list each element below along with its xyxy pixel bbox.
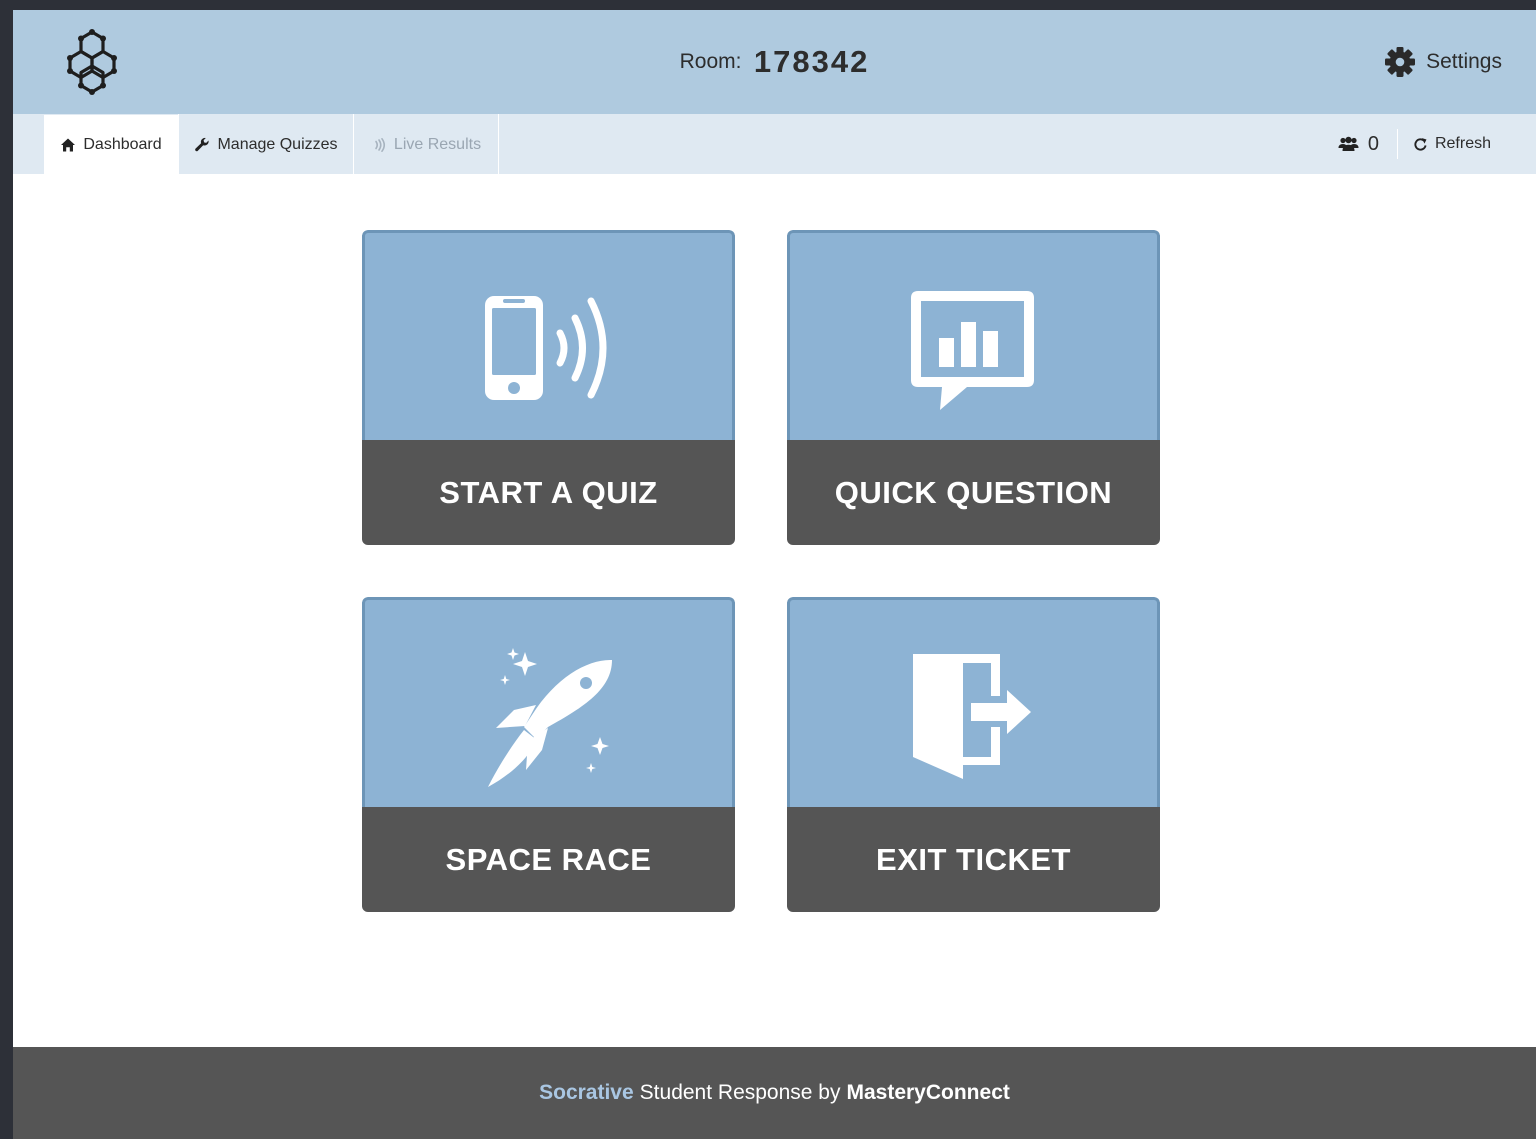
tile-label: SPACE RACE [445,841,652,877]
start-quiz-tile[interactable]: START A QUIZ [362,230,735,545]
settings-label: Settings [1426,50,1502,73]
settings-button[interactable]: Settings [1384,46,1502,78]
student-count: 0 [1338,114,1397,174]
gear-icon [1385,47,1416,77]
room-code: 178342 [753,44,870,79]
tab-label: Dashboard [83,135,162,153]
footer-text: Student Response by [639,1081,841,1104]
tab-label: Manage Quizzes [217,135,338,153]
tile-label-area: SPACE RACE [362,807,735,912]
refresh-button[interactable]: Refresh [1398,114,1536,174]
nav-bar: Dashboard Manage Quizzes Live Results 0 … [13,114,1536,174]
chart-speech-bubble-icon [911,291,1034,410]
tab-label: Live Results [393,135,482,153]
rocket-icon [488,648,612,787]
student-count-value: 0 [1367,132,1379,155]
app-window: Room: 178342 Settings Dashboard Manage Q… [13,10,1536,1139]
top-header: Room: 178342 Settings [13,10,1536,114]
refresh-label: Refresh [1434,135,1491,152]
footer-company[interactable]: MasteryConnect [846,1081,1009,1105]
quick-question-tile[interactable]: QUICK QUESTION [787,230,1160,545]
refresh-icon [1414,137,1427,151]
tile-label-area: EXIT TICKET [787,807,1160,912]
tile-label: EXIT TICKET [876,841,1071,877]
tab-dashboard[interactable]: Dashboard [44,115,178,174]
tile-label: QUICK QUESTION [834,474,1113,510]
footer-brand[interactable]: Socrative [539,1081,634,1105]
door-exit-icon [913,654,1031,779]
footer: Socrative Student Response by MasteryCon… [13,1047,1536,1139]
wrench-icon [195,137,210,151]
tab-divider [498,114,499,174]
students-icon [1338,136,1359,151]
tab-live-results[interactable]: Live Results [354,115,498,174]
phone-broadcast-icon [485,296,607,400]
room-label: Room: [679,50,742,73]
exit-ticket-tile[interactable]: EXIT TICKET [787,597,1160,912]
tile-label-area: START A QUIZ [362,440,735,545]
tab-manage-quizzes[interactable]: Manage Quizzes [179,115,353,174]
tile-label: START A QUIZ [439,474,658,510]
tile-label-area: QUICK QUESTION [787,440,1160,545]
home-icon [61,138,76,151]
signal-waves-icon [375,137,385,152]
nav-actions: 0 Refresh [1338,114,1536,174]
room-indicator: Room: 178342 [13,44,1536,80]
space-race-tile[interactable]: SPACE RACE [362,597,735,912]
